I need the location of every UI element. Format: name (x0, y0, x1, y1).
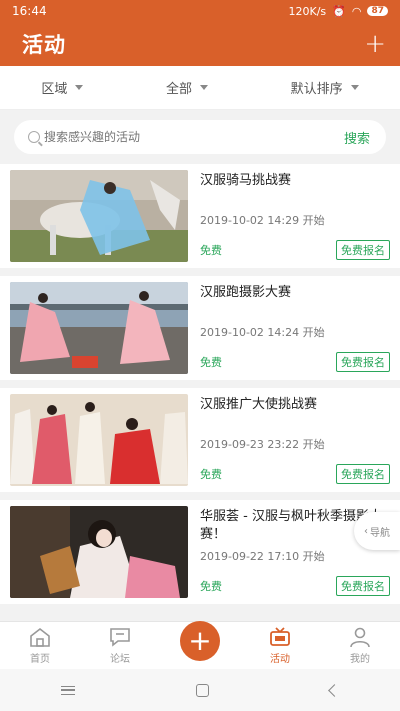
chevron-down-icon (75, 85, 84, 90)
activity-image (10, 394, 188, 486)
activity-image (10, 170, 188, 262)
activity-list: 汉服骑马挑战赛 2019-10-02 14:29 开始 免费 免费报名 汉服跑摄… (0, 164, 400, 612)
tab-forum[interactable]: 论坛 (90, 626, 150, 665)
tab-home[interactable]: 首页 (10, 626, 70, 665)
activity-card[interactable]: 华服荟 - 汉服与枫叶秋季摄影大赛！ 2019-09-22 17:10 开始 免… (0, 500, 400, 604)
home-square-icon[interactable] (195, 683, 209, 697)
chat-icon (110, 628, 130, 647)
activity-info: 汉服跑摄影大赛 2019-10-02 14:24 开始 免费 免费报名 (188, 282, 390, 374)
add-activity-button[interactable]: + (364, 31, 386, 57)
filter-bar: 区域 全部 默认排序 (0, 66, 400, 110)
alarm-icon: ⏰ (332, 4, 346, 18)
filter-label: 全部 (165, 82, 192, 97)
search-button[interactable]: 搜索 (344, 128, 370, 147)
tab-label: 活动 (270, 654, 290, 665)
activity-card[interactable]: 汉服骑马挑战赛 2019-10-02 14:29 开始 免费 免费报名 (0, 164, 400, 268)
search-icon (28, 131, 40, 143)
tab-profile[interactable]: 我的 (330, 626, 390, 665)
activity-price: 免费 (200, 468, 222, 481)
activity-card[interactable]: 汉服推广大使挑战赛 2019-09-23 23:22 开始 免费 免费报名 (0, 388, 400, 492)
status-time: 16:44 (12, 4, 47, 18)
activity-image (10, 282, 188, 374)
activity-price: 免费 (200, 356, 222, 369)
battery-level: 87 (367, 6, 388, 16)
activity-image (10, 506, 188, 598)
system-nav-bar (0, 669, 400, 711)
bottom-tab-bar: 首页 论坛 + 活动 我的 (0, 621, 400, 669)
network-speed: 120K/s (288, 4, 327, 18)
chevron-down-icon (350, 85, 359, 90)
activity-price: 免费 (200, 244, 222, 257)
activity-price: 免费 (200, 580, 222, 593)
home-icon (30, 627, 50, 647)
filter-label: 区域 (41, 82, 68, 97)
page-title: 活动 (22, 33, 66, 57)
tab-activity[interactable]: 活动 (250, 626, 310, 665)
activity-time: 2019-10-02 14:24 开始 (200, 326, 325, 339)
tab-create[interactable]: + (170, 621, 230, 665)
filter-category[interactable]: 全部 (166, 78, 208, 97)
signup-button[interactable]: 免费报名 (336, 240, 390, 260)
signup-button[interactable]: 免费报名 (336, 576, 390, 596)
floating-nav-label: 导航 (370, 527, 390, 539)
signup-button[interactable]: 免费报名 (336, 464, 390, 484)
activity-time: 2019-10-02 14:29 开始 (200, 214, 325, 227)
activity-title: 汉服骑马挑战赛 (200, 173, 292, 188)
activity-info: 汉服骑马挑战赛 2019-10-02 14:29 开始 免费 免费报名 (188, 170, 390, 262)
tab-label: 我的 (350, 654, 370, 665)
activity-time: 2019-09-22 17:10 开始 (200, 550, 325, 563)
menu-icon[interactable] (60, 685, 75, 695)
search-area: 搜索 (0, 110, 400, 164)
wifi-icon: ◠ (351, 4, 362, 18)
filter-label: 默认排序 (290, 82, 343, 97)
activity-title: 汉服跑摄影大赛 (200, 285, 292, 300)
chevron-left-icon: ‹ (364, 525, 368, 537)
tab-label: 论坛 (110, 654, 130, 665)
activity-time: 2019-09-23 23:22 开始 (200, 438, 325, 451)
signup-button[interactable]: 免费报名 (336, 352, 390, 372)
search-input[interactable] (44, 130, 344, 144)
status-icons: 120K/s ⏰ ◠ 87 (288, 4, 388, 18)
filter-sort[interactable]: 默认排序 (291, 78, 359, 97)
filter-region[interactable]: 区域 (41, 78, 84, 97)
back-icon[interactable] (328, 683, 342, 697)
user-icon (350, 627, 370, 648)
chevron-down-icon (199, 85, 208, 90)
activity-card[interactable]: 汉服跑摄影大赛 2019-10-02 14:24 开始 免费 免费报名 (0, 276, 400, 380)
status-bar: 16:44 120K/s ⏰ ◠ 87 (0, 0, 400, 22)
activity-info: 汉服推广大使挑战赛 2019-09-23 23:22 开始 免费 免费报名 (188, 394, 390, 486)
create-button[interactable]: + (180, 621, 220, 661)
tab-label: 首页 (30, 654, 50, 665)
activity-title: 汉服推广大使挑战赛 (200, 397, 318, 412)
search-bar: 搜索 (14, 120, 386, 154)
app-header: 活动 + (0, 22, 400, 66)
floating-nav-button[interactable]: ‹ 导航 (354, 512, 400, 550)
tv-icon (270, 627, 290, 646)
